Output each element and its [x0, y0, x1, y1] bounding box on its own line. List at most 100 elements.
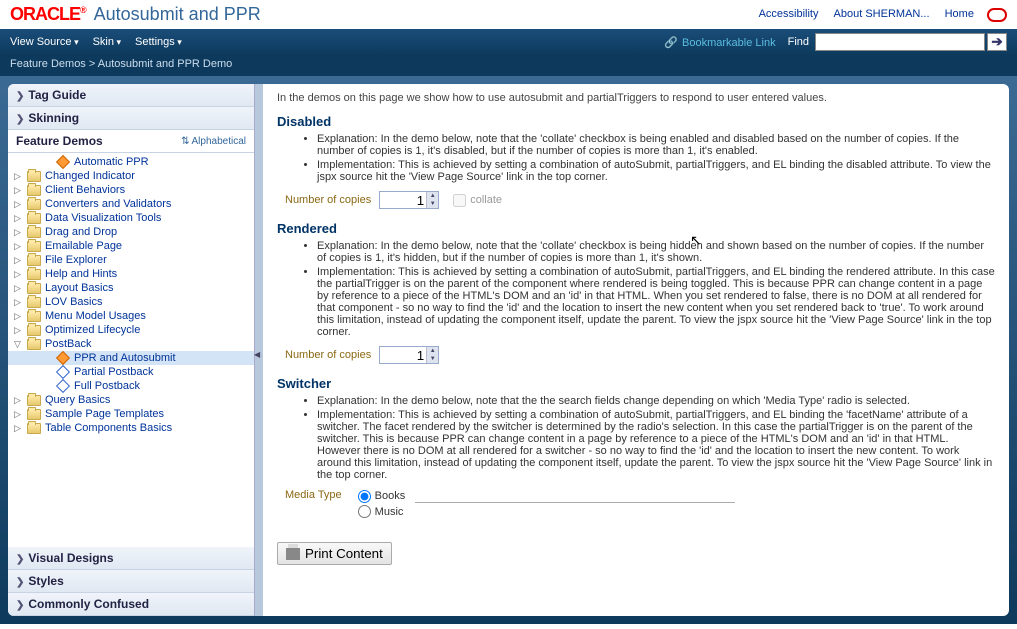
expand-icon[interactable]: ▷	[12, 409, 23, 420]
copies-label: Number of copies	[285, 194, 371, 206]
folder-icon	[27, 269, 41, 280]
print-icon	[286, 548, 300, 560]
sort-icon: ⇅	[181, 136, 189, 147]
print-content-button[interactable]: Print Content	[277, 542, 392, 565]
disabled-bullets: Explanation: In the demo below, note tha…	[317, 133, 995, 183]
oracle-o-icon[interactable]	[987, 8, 1007, 22]
settings-menu[interactable]: Settings	[135, 36, 182, 48]
app-title: Autosubmit and PPR	[94, 4, 261, 25]
tree-item-optimized-lifecycle[interactable]: ▷Optimized Lifecycle	[8, 323, 254, 337]
expand-icon[interactable]: ▷	[12, 423, 23, 434]
alphabetical-link[interactable]: ⇅Alphabetical	[181, 136, 246, 147]
expand-icon[interactable]: ▷	[12, 185, 23, 196]
rendered-heading: Rendered	[277, 221, 995, 236]
folder-icon	[27, 171, 41, 182]
tree-item-query-basics[interactable]: ▷Query Basics	[8, 393, 254, 407]
expand-icon[interactable]: ▷	[12, 241, 23, 252]
find-label: Find	[788, 36, 809, 48]
doc-icon	[56, 365, 70, 379]
section-visual-designs[interactable]: ❯Visual Designs	[8, 547, 254, 570]
expand-icon[interactable]: ▷	[12, 199, 23, 210]
expand-icon[interactable]: ▷	[12, 395, 23, 406]
expand-icon[interactable]: ▷	[12, 269, 23, 280]
doc-icon	[56, 351, 70, 365]
list-item: Explanation: In the demo below, note tha…	[317, 133, 995, 157]
tree-item-full-postback[interactable]: Full Postback	[8, 379, 254, 393]
folder-icon	[27, 255, 41, 266]
tree-item-data-viz[interactable]: ▷Data Visualization Tools	[8, 211, 254, 225]
folder-icon	[27, 185, 41, 196]
breadcrumb-current: Autosubmit and PPR Demo	[98, 58, 233, 70]
folder-icon	[27, 199, 41, 210]
media-radio-books[interactable]	[358, 490, 371, 503]
tree-item-drag-drop[interactable]: ▷Drag and Drop	[8, 225, 254, 239]
chevron-right-icon: ❯	[16, 554, 24, 565]
list-item: Explanation: In the demo below, note tha…	[317, 240, 995, 264]
splitter[interactable]	[255, 84, 263, 616]
spinner-buttons-icon[interactable]: ▲▼	[426, 347, 438, 363]
expand-icon[interactable]: ▷	[12, 283, 23, 294]
section-commonly-confused[interactable]: ❯Commonly Confused	[8, 593, 254, 616]
folder-icon	[27, 241, 41, 252]
expand-icon[interactable]: ▷	[12, 171, 23, 182]
tree-item-file-explorer[interactable]: ▷File Explorer	[8, 253, 254, 267]
spinner-buttons-icon[interactable]: ▲▼	[426, 192, 438, 208]
tree-item-emailable[interactable]: ▷Emailable Page	[8, 239, 254, 253]
home-link[interactable]: Home	[945, 8, 974, 20]
collate-label: collate	[470, 194, 502, 206]
expand-icon[interactable]: ▷	[12, 297, 23, 308]
tree-item-table-basics[interactable]: ▷Table Components Basics	[8, 421, 254, 435]
tree-item-postback[interactable]: ▽PostBack	[8, 337, 254, 351]
doc-icon	[56, 379, 70, 393]
section-tag-guide[interactable]: ❯Tag Guide	[8, 84, 254, 107]
media-type-label: Media Type	[285, 489, 342, 501]
nav-tree[interactable]: Automatic PPR ▷Changed Indicator ▷Client…	[8, 153, 254, 547]
tree-item-changed-indicator[interactable]: ▷Changed Indicator	[8, 169, 254, 183]
switcher-heading: Switcher	[277, 376, 995, 391]
tree-item-client-behaviors[interactable]: ▷Client Behaviors	[8, 183, 254, 197]
folder-icon	[27, 339, 41, 350]
tree-item-layout-basics[interactable]: ▷Layout Basics	[8, 281, 254, 295]
bookmarkable-link[interactable]: 🔗Bookmarkable Link	[664, 36, 775, 49]
copies-label: Number of copies	[285, 349, 371, 361]
rendered-bullets: Explanation: In the demo below, note tha…	[317, 240, 995, 338]
expand-icon[interactable]: ▷	[12, 213, 23, 224]
link-icon: 🔗	[664, 37, 678, 49]
tree-item-menu-model[interactable]: ▷Menu Model Usages	[8, 309, 254, 323]
list-item: Implementation: This is achieved by sett…	[317, 159, 995, 183]
folder-icon	[27, 213, 41, 224]
chevron-right-icon: ❯	[16, 577, 24, 588]
tree-item-lov-basics[interactable]: ▷LOV Basics	[8, 295, 254, 309]
section-styles[interactable]: ❯Styles	[8, 570, 254, 593]
expand-icon[interactable]: ▷	[12, 255, 23, 266]
header-links: Accessibility About SHERMAN... Home	[747, 8, 1007, 22]
about-link[interactable]: About SHERMAN...	[834, 8, 930, 20]
find-go-button[interactable]: ➔	[987, 33, 1007, 51]
section-skinning[interactable]: ❯Skinning	[8, 107, 254, 130]
tree-item-ppr-autosubmit[interactable]: PPR and Autosubmit	[8, 351, 254, 365]
search-field[interactable]	[415, 489, 735, 503]
accessibility-link[interactable]: Accessibility	[759, 8, 819, 20]
breadcrumb-root[interactable]: Feature Demos	[10, 58, 86, 70]
view-source-menu[interactable]: View Source	[10, 36, 79, 48]
doc-icon	[56, 155, 70, 169]
tree-item-partial-postback[interactable]: Partial Postback	[8, 365, 254, 379]
tree-item-automatic-ppr[interactable]: Automatic PPR	[8, 155, 254, 169]
expand-icon[interactable]: ▷	[12, 325, 23, 336]
tree-item-sample-templates[interactable]: ▷Sample Page Templates	[8, 407, 254, 421]
tree-item-help-hints[interactable]: ▷Help and Hints	[8, 267, 254, 281]
expand-icon[interactable]: ▷	[12, 227, 23, 238]
section-feature-demos[interactable]: Feature Demos ⇅Alphabetical	[8, 130, 254, 153]
media-radio-music[interactable]	[358, 505, 371, 518]
find-input[interactable]	[815, 33, 985, 51]
collapse-icon[interactable]: ▽	[12, 339, 23, 350]
folder-icon	[27, 325, 41, 336]
expand-icon[interactable]: ▷	[12, 311, 23, 322]
skin-menu[interactable]: Skin	[93, 36, 121, 48]
folder-icon	[27, 423, 41, 434]
tree-item-converters[interactable]: ▷Converters and Validators	[8, 197, 254, 211]
folder-icon	[27, 283, 41, 294]
header: ORACLE® Autosubmit and PPR Accessibility…	[0, 0, 1017, 29]
sidebar: ❯Tag Guide ❯Skinning Feature Demos ⇅Alph…	[8, 84, 255, 616]
chevron-right-icon: ❯	[16, 600, 24, 611]
